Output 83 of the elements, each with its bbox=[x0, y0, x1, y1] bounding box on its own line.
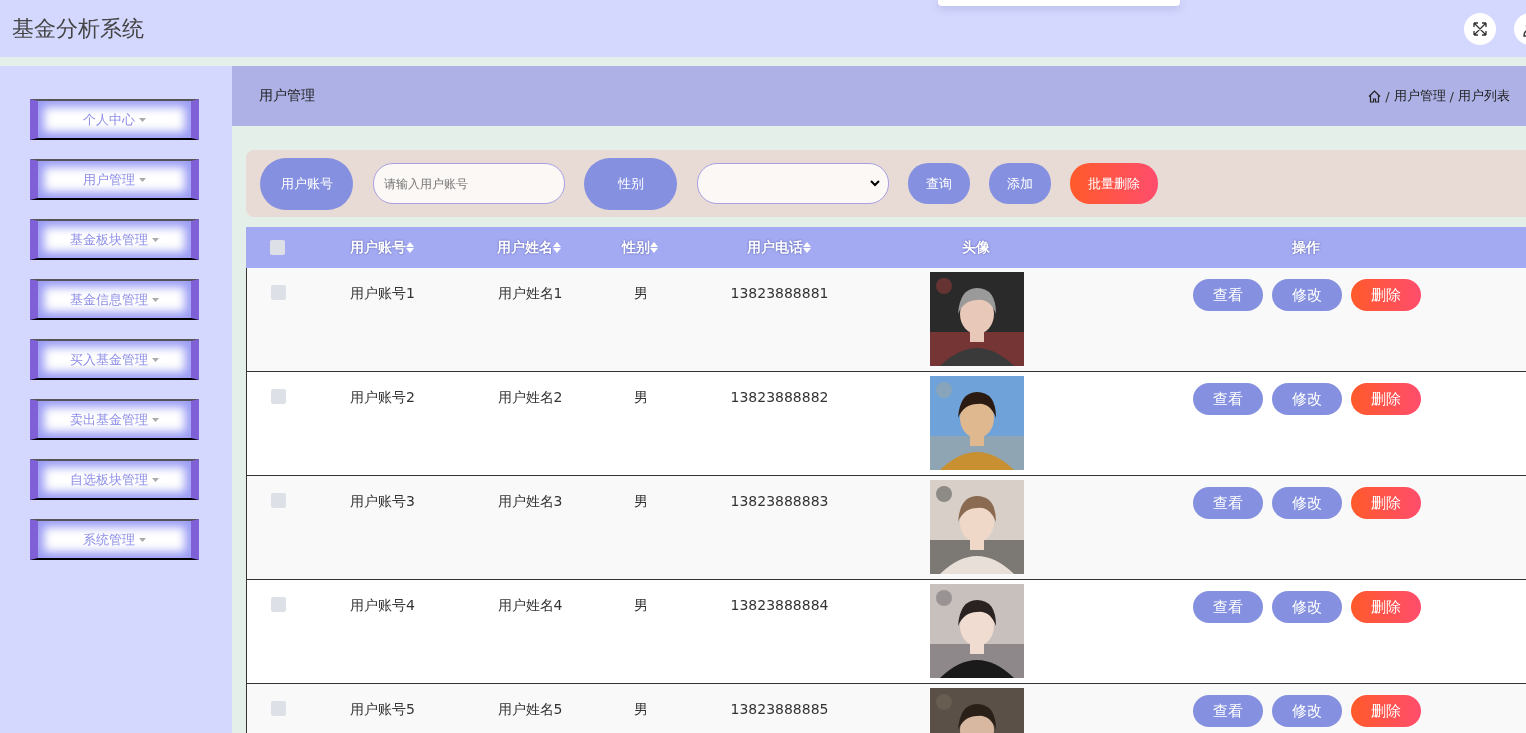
row-action-button[interactable]: 删除 bbox=[1351, 383, 1421, 415]
sidebar-item[interactable]: 买入基金管理 bbox=[30, 339, 199, 380]
caret-icon bbox=[152, 417, 159, 422]
sidebar-item[interactable]: 系统管理 bbox=[30, 519, 199, 560]
row-action-button[interactable]: 修改 bbox=[1272, 695, 1342, 727]
row-action-button[interactable]: 查看 bbox=[1193, 591, 1263, 623]
table-cell: 13823888883 bbox=[730, 493, 829, 509]
action-button[interactable]: 查询 bbox=[908, 163, 970, 204]
column-header: 头像 bbox=[962, 238, 990, 257]
sidebar-item[interactable]: 卖出基金管理 bbox=[30, 399, 199, 440]
table-cell: 13823888881 bbox=[730, 285, 829, 301]
row-action-button[interactable]: 查看 bbox=[1193, 383, 1263, 415]
sort-icon[interactable] bbox=[650, 242, 658, 253]
table-cell: 用户账号4 bbox=[350, 597, 415, 613]
caret-icon bbox=[152, 357, 159, 362]
sidebar-item[interactable]: 基金信息管理 bbox=[30, 279, 199, 320]
field-label: 用户账号 bbox=[260, 157, 353, 210]
column-header: 操作 bbox=[1292, 238, 1320, 257]
checkbox[interactable] bbox=[270, 597, 286, 612]
table-cell: 用户账号1 bbox=[350, 285, 415, 301]
app-title: 基金分析系统 bbox=[12, 14, 144, 43]
sort-icon[interactable] bbox=[553, 242, 561, 253]
table-cell: 用户姓名2 bbox=[497, 389, 563, 405]
caret-icon bbox=[139, 177, 146, 182]
row-action-button[interactable]: 修改 bbox=[1272, 383, 1342, 415]
caret-icon bbox=[139, 117, 146, 122]
row-action-button[interactable]: 修改 bbox=[1272, 487, 1342, 519]
column-header[interactable]: 性别 bbox=[622, 238, 650, 257]
caret-icon bbox=[139, 537, 146, 542]
row-action-button[interactable]: 查看 bbox=[1193, 279, 1263, 311]
table-cell: 用户姓名4 bbox=[497, 597, 563, 613]
table-cell: 13823888885 bbox=[730, 701, 829, 717]
table-cell: 用户账号2 bbox=[350, 389, 415, 405]
checkbox[interactable] bbox=[270, 493, 286, 508]
table-cell: 男 bbox=[634, 597, 648, 613]
table-cell: 男 bbox=[634, 285, 648, 301]
column-header[interactable]: 用户姓名 bbox=[497, 238, 553, 257]
table-cell: 用户姓名5 bbox=[497, 701, 563, 717]
caret-icon bbox=[152, 297, 159, 302]
sort-icon[interactable] bbox=[405, 242, 414, 253]
row-action-button[interactable]: 删除 bbox=[1351, 279, 1421, 311]
row-action-button[interactable]: 修改 bbox=[1272, 279, 1342, 311]
caret-icon bbox=[152, 477, 159, 482]
select-field[interactable] bbox=[697, 163, 889, 204]
table-cell: 男 bbox=[634, 701, 648, 717]
row-action-button[interactable]: 删除 bbox=[1351, 591, 1421, 623]
sidebar-item[interactable]: 个人中心 bbox=[30, 99, 199, 140]
row-action-button[interactable]: 删除 bbox=[1351, 695, 1421, 727]
sidebar-item[interactable]: 基金板块管理 bbox=[30, 219, 199, 260]
table-cell: 13823888882 bbox=[730, 389, 829, 405]
caret-icon bbox=[152, 237, 159, 242]
column-header[interactable]: 用户电话 bbox=[746, 238, 803, 257]
sidebar-item[interactable]: 自选板块管理 bbox=[30, 459, 199, 500]
fullscreen-icon[interactable] bbox=[1464, 12, 1496, 45]
sort-icon[interactable] bbox=[802, 242, 811, 253]
checkbox[interactable] bbox=[270, 389, 286, 404]
row-action-button[interactable]: 删除 bbox=[1351, 487, 1421, 519]
table-cell: 用户账号3 bbox=[350, 493, 415, 509]
column-header[interactable]: 用户账号 bbox=[349, 238, 406, 257]
action-button[interactable]: 添加 bbox=[989, 163, 1051, 204]
table-cell: 男 bbox=[634, 493, 648, 509]
checkbox[interactable] bbox=[270, 701, 286, 716]
table-cell: 用户姓名3 bbox=[497, 493, 563, 509]
breadcrumb-separator: / bbox=[1449, 88, 1454, 104]
breadcrumb-item[interactable]: 用户列表 bbox=[1458, 87, 1510, 105]
table-cell: 用户姓名1 bbox=[497, 285, 563, 301]
checkbox[interactable] bbox=[270, 285, 286, 300]
chevron-icon bbox=[870, 180, 880, 187]
home-icon[interactable] bbox=[1368, 89, 1382, 103]
row-action-button[interactable]: 修改 bbox=[1272, 591, 1342, 623]
row-action-button[interactable]: 查看 bbox=[1193, 695, 1263, 727]
input-field[interactable]: 请输入用户账号 bbox=[373, 163, 565, 204]
breadcrumb-item[interactable]: 用户管理 bbox=[1393, 87, 1446, 105]
sidebar-item[interactable]: 用户管理 bbox=[30, 159, 199, 200]
breadcrumb-separator: / bbox=[1385, 88, 1390, 104]
action-button[interactable]: 批量删除 bbox=[1070, 163, 1158, 204]
page-title: 用户管理 bbox=[259, 87, 315, 105]
table-cell: 13823888884 bbox=[730, 597, 829, 613]
row-action-button[interactable]: 查看 bbox=[1193, 487, 1263, 519]
table-cell: 男 bbox=[634, 389, 648, 405]
table-cell: 用户账号5 bbox=[350, 701, 415, 717]
field-label: 性别 bbox=[584, 157, 677, 210]
checkbox[interactable] bbox=[269, 240, 285, 255]
